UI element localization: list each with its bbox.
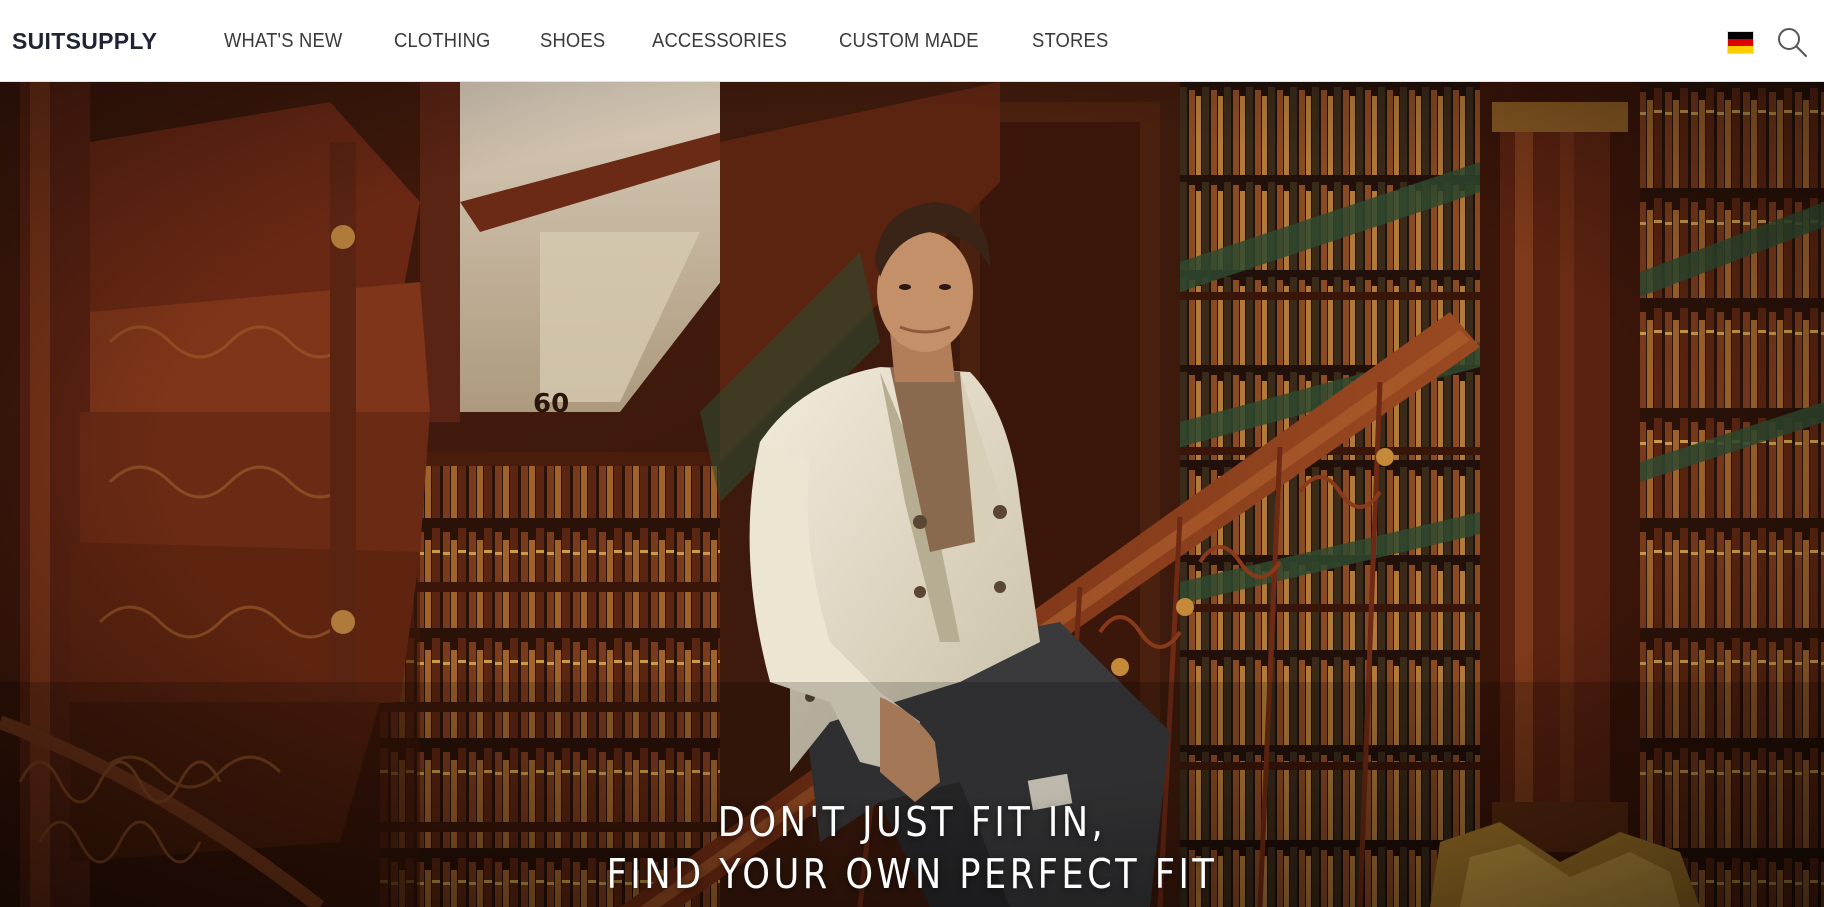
nav-stores[interactable]: STORES bbox=[1032, 30, 1108, 53]
hero-headline: DON'T JUST FIT IN, FIND YOUR OWN PERFECT… bbox=[0, 796, 1824, 900]
search-icon[interactable] bbox=[1776, 26, 1808, 58]
germany-flag-icon[interactable] bbox=[1727, 31, 1754, 54]
hero-headline-line-2: FIND YOUR OWN PERFECT FIT bbox=[606, 850, 1218, 898]
suitsupply-logo[interactable]: SUITSUPPLY bbox=[12, 28, 157, 55]
main-nav: WHAT'S NEW CLOTHING SHOES ACCESSORIES CU… bbox=[224, 0, 1156, 82]
hero-headline-line-1: DON'T JUST FIT IN, bbox=[717, 798, 1107, 846]
nav-shoes[interactable]: SHOES bbox=[540, 30, 605, 53]
nav-accessories[interactable]: ACCESSORIES bbox=[652, 30, 787, 53]
nav-custom-made[interactable]: CUSTOM MADE bbox=[839, 30, 979, 53]
nav-clothing[interactable]: CLOTHING bbox=[394, 30, 491, 53]
hero-banner[interactable]: 60 bbox=[0, 82, 1824, 907]
site-header: SUITSUPPLY WHAT'S NEW CLOTHING SHOES ACC… bbox=[0, 0, 1824, 82]
nav-whats-new[interactable]: WHAT'S NEW bbox=[224, 30, 342, 53]
hero-image: 60 bbox=[0, 82, 1824, 907]
